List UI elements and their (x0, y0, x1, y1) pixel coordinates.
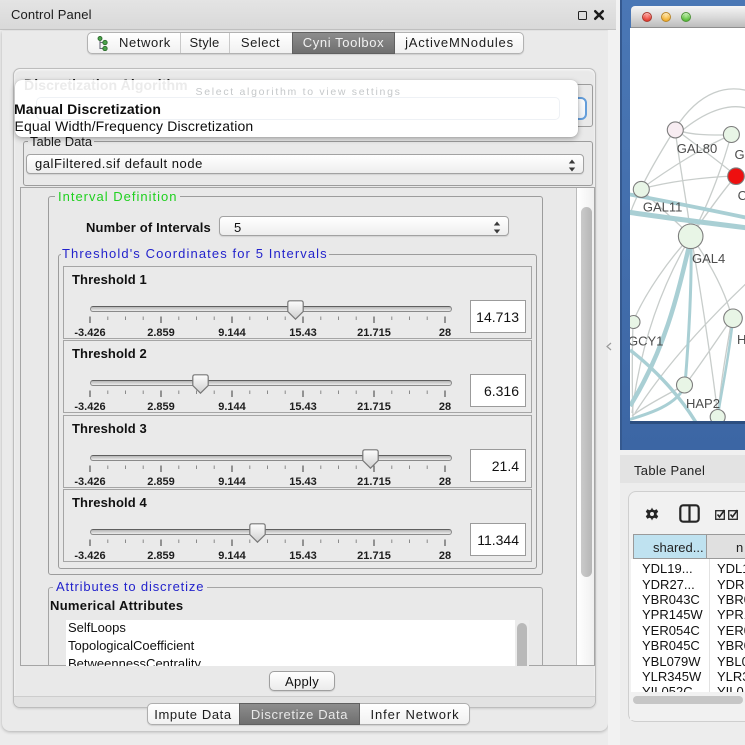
svg-text:GCY1: GCY1 (630, 334, 663, 349)
svg-text:HAP2: HAP2 (686, 396, 720, 411)
svg-text:H: H (737, 332, 745, 347)
svg-text:GAL4: GAL4 (692, 251, 725, 266)
svg-text:G.: G. (735, 147, 745, 162)
svg-text:GAL80: GAL80 (677, 141, 717, 156)
svg-text:GAL11: GAL11 (643, 200, 683, 215)
svg-text:C: C (738, 188, 745, 203)
